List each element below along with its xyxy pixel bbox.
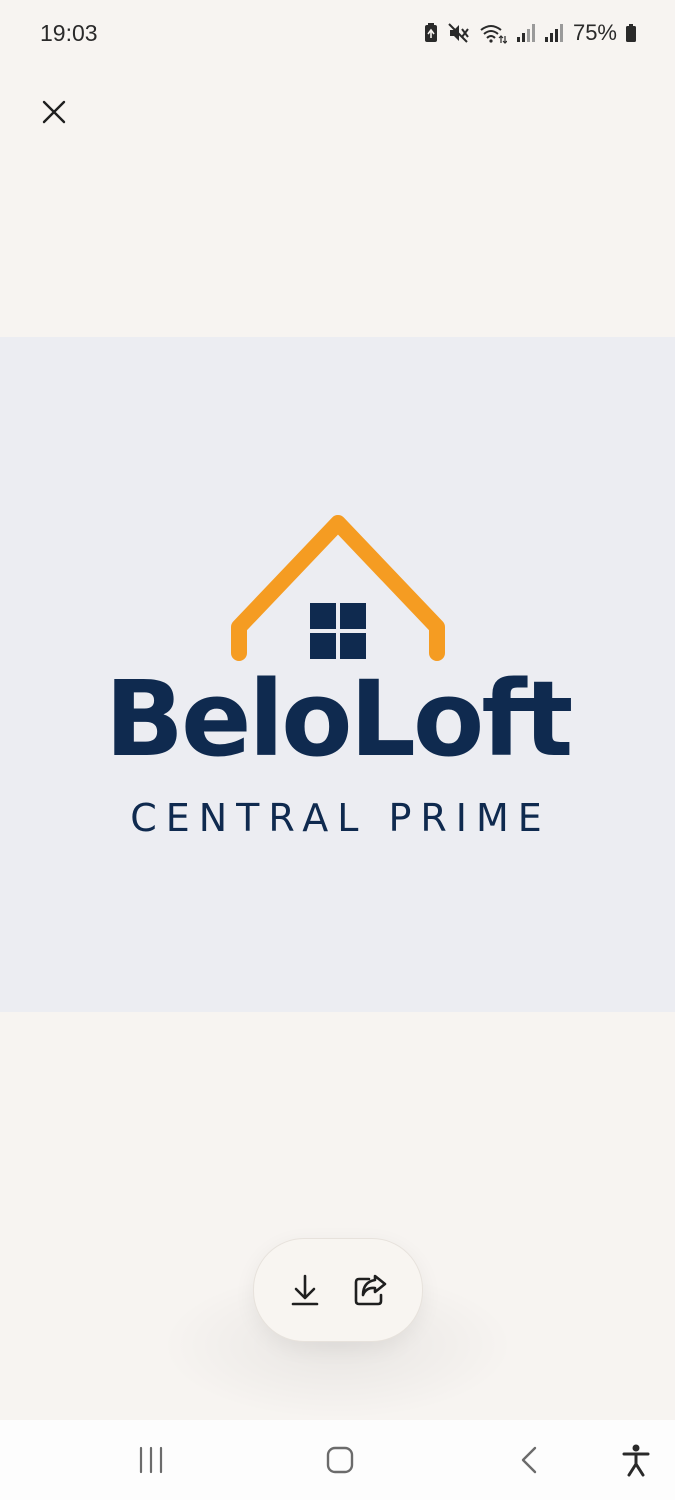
signal-icon <box>515 22 535 44</box>
home-button[interactable] <box>320 1440 360 1480</box>
wifi-icon <box>479 22 507 44</box>
battery-percent: 75% <box>572 20 617 45</box>
battery-saver-icon <box>423 22 439 44</box>
brand-name: BeloLoft <box>104 658 574 780</box>
share-button[interactable] <box>351 1270 391 1310</box>
accessibility-button[interactable] <box>616 1440 656 1480</box>
navigation-bar <box>0 1420 675 1500</box>
download-icon <box>291 1274 319 1306</box>
action-pill <box>253 1238 423 1342</box>
back-button[interactable] <box>510 1440 550 1480</box>
back-icon <box>521 1446 537 1474</box>
share-icon <box>354 1274 387 1306</box>
status-bar: 19:03 75% <box>0 0 675 70</box>
battery-icon <box>625 22 637 44</box>
recent-apps-button[interactable] <box>131 1440 171 1480</box>
close-icon <box>42 100 66 124</box>
window-icon <box>310 603 366 659</box>
status-icons: 75% <box>423 20 637 46</box>
recent-apps-icon <box>139 1446 163 1474</box>
download-button[interactable] <box>285 1270 325 1310</box>
roof-icon <box>231 515 445 661</box>
signal-icon <box>543 22 563 44</box>
status-time: 19:03 <box>40 20 98 46</box>
close-button[interactable] <box>34 92 74 132</box>
image-preview[interactable]: BeloLoft CENTRAL PRIME <box>0 337 675 1012</box>
mute-icon <box>447 22 471 44</box>
accessibility-icon <box>622 1444 650 1477</box>
home-icon <box>326 1446 354 1474</box>
brand-subtitle: CENTRAL PRIME <box>130 796 551 840</box>
